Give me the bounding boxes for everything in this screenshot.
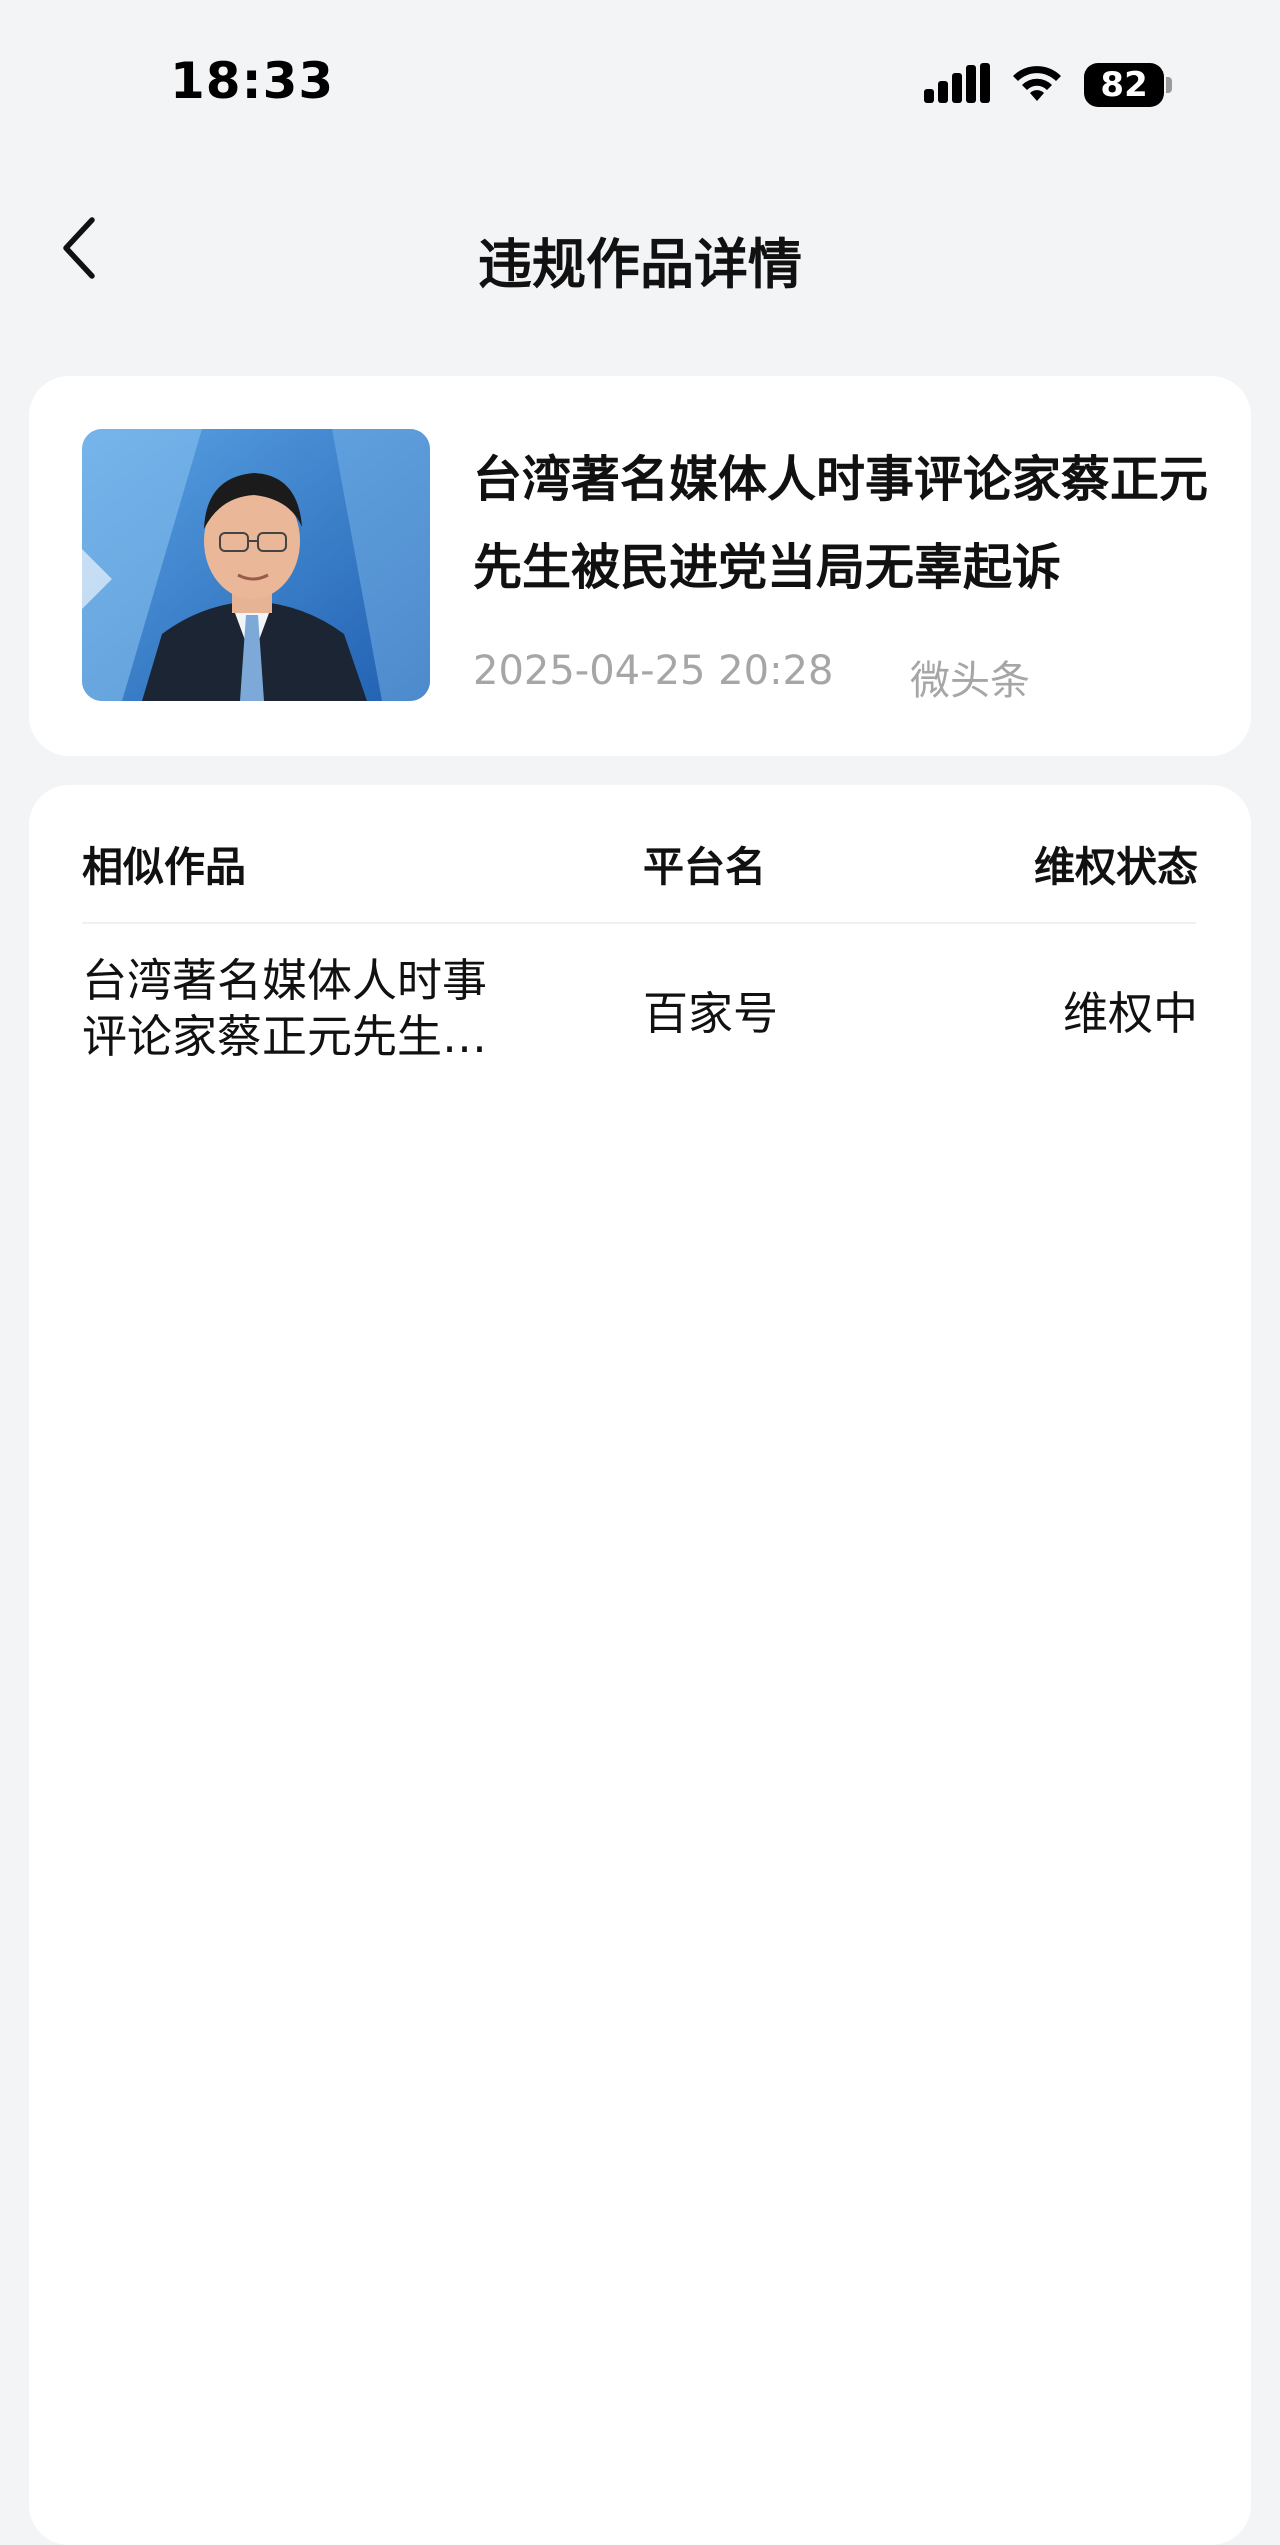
signal-icon: [924, 61, 990, 109]
work-thumbnail[interactable]: [82, 429, 430, 701]
page-title: 违规作品详情: [478, 233, 802, 296]
status-bar: 18:33 82: [0, 0, 1280, 170]
similar-work-title[interactable]: 台湾著名媒体人时事评论家蔡正元先生被民进党当局无辜起诉: [82, 953, 522, 1065]
header-rights-status: 维权状态: [1034, 843, 1198, 891]
table-row[interactable]: 台湾著名媒体人时事评论家蔡正元先生被民进党当局无辜起诉 百家号 维权中: [29, 925, 1251, 1105]
work-date: 2025-04-25 20:28: [473, 648, 834, 694]
wifi-icon: [1008, 61, 1066, 109]
work-title[interactable]: 台湾著名媒体人时事评论家蔡正元先生被民进党当局无辜起诉: [473, 436, 1218, 612]
similar-work-status: 维权中: [1062, 987, 1198, 1040]
similar-works-panel: 相似作品 平台名 维权状态 台湾著名媒体人时事评论家蔡正元先生被民进党当局无辜起…: [29, 785, 1251, 2545]
status-icons: 82: [924, 60, 1172, 110]
nav-bar: 违规作品详情: [0, 190, 1280, 310]
work-card[interactable]: 台湾著名媒体人时事评论家蔡正元先生被民进党当局无辜起诉 2025-04-25 2…: [29, 376, 1251, 756]
header-similar-work: 相似作品: [82, 843, 246, 891]
battery-level: 82: [1084, 63, 1165, 107]
table-header: 相似作品 平台名 维权状态: [29, 785, 1251, 923]
battery-tip: [1166, 77, 1172, 93]
table-divider: [82, 922, 1196, 924]
battery-icon: 82: [1084, 63, 1172, 107]
similar-work-platform: 百家号: [643, 987, 779, 1040]
header-platform: 平台名: [643, 843, 766, 891]
work-platform: 微头条: [910, 658, 1030, 704]
status-time: 18:33: [170, 52, 335, 110]
